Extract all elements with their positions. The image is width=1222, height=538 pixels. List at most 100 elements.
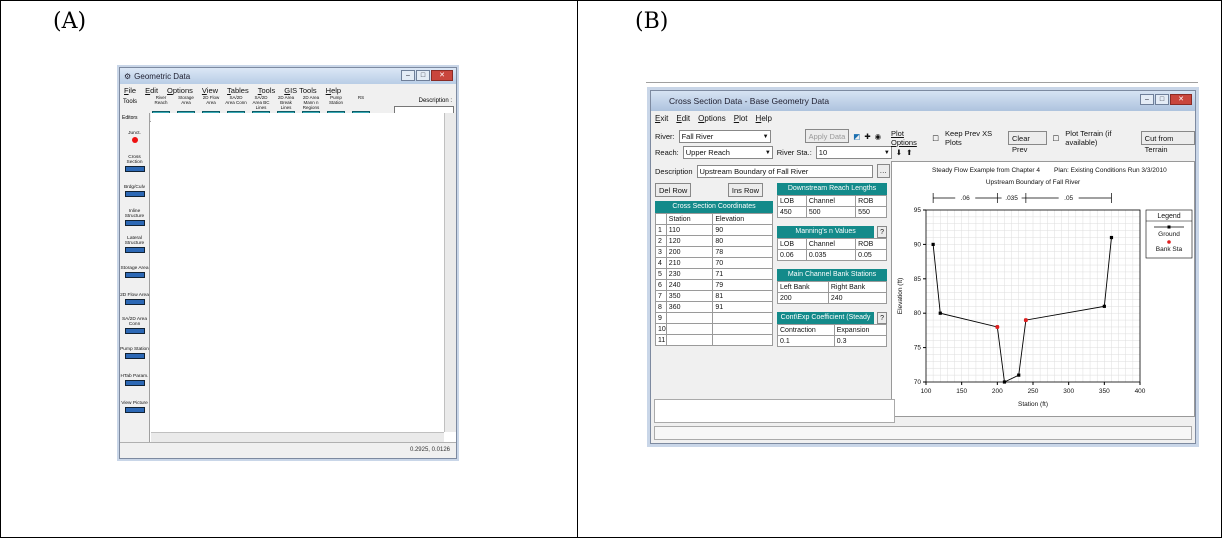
horizontal-scrollbar[interactable]: [151, 432, 444, 442]
ins-row-button[interactable]: Ins Row: [727, 183, 763, 197]
add-icon[interactable]: ✚: [864, 132, 870, 141]
rob-n-cell[interactable]: 0.05: [855, 249, 887, 261]
table-cell[interactable]: 79: [712, 279, 773, 291]
menu-item[interactable]: View: [202, 86, 218, 95]
close-button[interactable]: ✕: [1170, 94, 1192, 105]
help-button[interactable]: ?: [877, 226, 887, 238]
rob-length-cell[interactable]: 550: [855, 206, 887, 218]
bank-stations-table: Left Bank Right Bank 200 240: [777, 281, 888, 304]
river-sta-select[interactable]: 10 ▼: [815, 146, 892, 159]
river-select[interactable]: Fall River ▼: [678, 129, 771, 143]
lob-length-cell[interactable]: 450: [777, 206, 807, 218]
minimize-button[interactable]: –: [1140, 94, 1154, 105]
maximize-button[interactable]: □: [416, 70, 430, 81]
cut-terrain-button[interactable]: Cut from Terrain: [1140, 131, 1195, 154]
menu-item[interactable]: Help: [326, 86, 341, 95]
table-cell[interactable]: 210: [665, 257, 714, 269]
menu-item[interactable]: Options: [698, 114, 726, 123]
table-cell[interactable]: [665, 334, 714, 346]
menu-item[interactable]: Edit: [676, 114, 690, 123]
row-number: 10: [655, 323, 667, 335]
minimize-button[interactable]: –: [401, 70, 415, 81]
table-cell[interactable]: [712, 334, 773, 346]
clear-prev-button[interactable]: Clear Prev: [1007, 131, 1047, 154]
reach-select[interactable]: Upper Reach ▼: [682, 146, 773, 159]
menu-item[interactable]: GIS Tools: [284, 86, 316, 95]
table-cell[interactable]: 78: [712, 246, 773, 258]
menu-item[interactable]: Exit: [655, 114, 668, 123]
editor-tool-label: View Picture: [121, 400, 148, 406]
editor-tool[interactable]: Cross Section: [120, 150, 149, 177]
schematic-canvas[interactable]: [151, 113, 444, 432]
maximize-button[interactable]: □: [1155, 94, 1169, 105]
menu-item[interactable]: Plot: [734, 114, 748, 123]
legend-ground-marker: [1167, 225, 1171, 229]
close-button[interactable]: ✕: [431, 70, 453, 81]
table-row: 9: [655, 312, 773, 324]
del-row-button[interactable]: Del Row: [655, 183, 692, 197]
table-cell[interactable]: 240: [665, 279, 714, 291]
plot-icon[interactable]: ◩: [853, 132, 860, 141]
plot-terrain-checkbox[interactable]: ☐: [1053, 134, 1060, 143]
left-bank-cell[interactable]: 200: [777, 292, 829, 304]
river-sta-value: 10: [818, 148, 828, 157]
table-cell[interactable]: 360: [665, 301, 714, 313]
editor-tool[interactable]: HTab Param.: [120, 366, 149, 393]
table-cell[interactable]: 70: [712, 257, 773, 269]
river-label: River:: [655, 131, 675, 141]
table-cell[interactable]: 350: [665, 290, 714, 302]
table-cell[interactable]: 230: [665, 268, 714, 280]
menu-item[interactable]: File: [124, 86, 136, 95]
menu-item[interactable]: Options: [167, 86, 193, 95]
editor-tool[interactable]: Inline Structure: [120, 204, 149, 231]
more-button[interactable]: …: [876, 164, 891, 178]
vertical-scrollbar[interactable]: [444, 113, 456, 432]
contraction-cell[interactable]: 0.1: [777, 335, 835, 347]
right-bank-cell[interactable]: 240: [827, 292, 888, 304]
channel-header: Channel: [805, 238, 857, 250]
toolbar-button-label: SA/2D Area Conn: [225, 95, 247, 105]
table-cell[interactable]: 110: [665, 224, 714, 236]
menu-item[interactable]: Tools: [258, 86, 276, 95]
plot-options-link[interactable]: Plot Options: [891, 129, 926, 147]
menu-item[interactable]: Tables: [227, 86, 249, 95]
arrow-down-icon[interactable]: ⬇: [896, 148, 902, 157]
editor-tool[interactable]: View Picture: [120, 393, 149, 420]
editor-tool[interactable]: Brdg/Culv: [120, 177, 149, 204]
table-cell[interactable]: 91: [712, 301, 773, 313]
editor-tool-label: 2D Flow Area: [120, 292, 149, 298]
keep-prev-checkbox[interactable]: ☐: [932, 134, 939, 143]
channel-length-cell[interactable]: 500: [805, 206, 857, 218]
table-cell[interactable]: 200: [665, 246, 714, 258]
toolbar-button-label: Storage Area: [178, 95, 194, 105]
arrow-up-icon[interactable]: ⬆: [906, 148, 912, 157]
editor-tool[interactable]: SA/2D Area Conn: [120, 312, 149, 339]
window-title: Cross Section Data - Base Geometry Data: [669, 96, 830, 106]
table-cell[interactable]: 71: [712, 268, 773, 280]
channel-n-cell[interactable]: 0.035: [805, 249, 857, 261]
table-cell[interactable]: [665, 323, 714, 335]
editor-tool[interactable]: 2D Flow Area: [120, 285, 149, 312]
table-cell[interactable]: [665, 312, 714, 324]
lob-n-cell[interactable]: 0.06: [777, 249, 807, 261]
description-field[interactable]: Upstream Boundary of Fall River: [696, 164, 873, 178]
apply-data-button[interactable]: Apply Data: [804, 129, 850, 143]
editor-tool[interactable]: Junct.: [120, 123, 149, 150]
ground-line: [932, 237, 1112, 383]
editor-tool[interactable]: Storage Area: [120, 258, 149, 285]
editor-tool[interactable]: Lateral Structure: [120, 231, 149, 258]
expansion-cell[interactable]: 0.3: [833, 335, 888, 347]
editor-tool[interactable]: Pump Station: [120, 339, 149, 366]
table-cell[interactable]: 120: [665, 235, 714, 247]
menu-item[interactable]: Edit: [145, 86, 158, 95]
x-tick-label: 250: [1028, 388, 1039, 395]
table-cell[interactable]: [712, 312, 773, 324]
menu-item[interactable]: Help: [756, 114, 772, 123]
table-cell[interactable]: 90: [712, 224, 773, 236]
table-cell[interactable]: [712, 323, 773, 335]
table-cell[interactable]: 81: [712, 290, 773, 302]
help-button[interactable]: ?: [877, 312, 887, 324]
table-cell[interactable]: 80: [712, 235, 773, 247]
ground-point: [1017, 373, 1021, 377]
camera-icon[interactable]: ◉: [875, 132, 882, 141]
